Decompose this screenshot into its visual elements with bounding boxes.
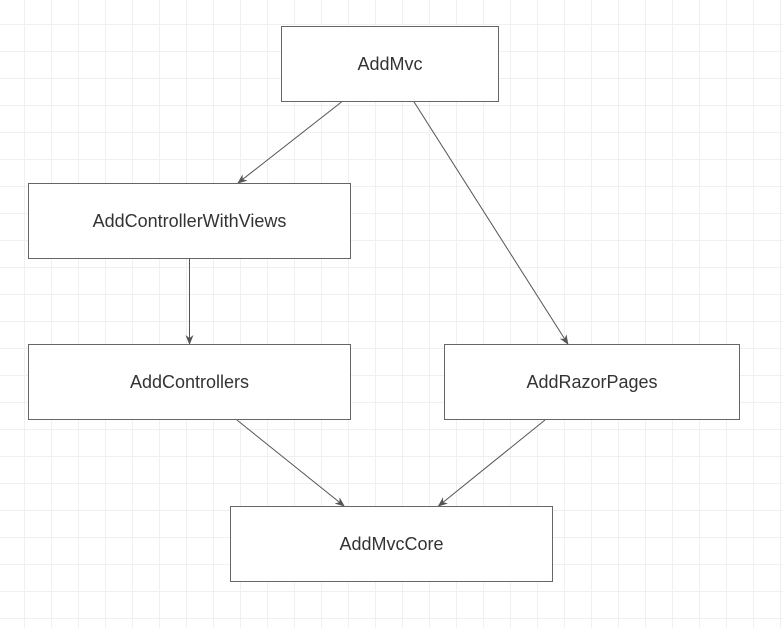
node-label: AddMvcCore	[339, 534, 443, 555]
node-label: AddControllers	[130, 372, 249, 393]
edge-arrow	[237, 420, 344, 506]
node-label: AddRazorPages	[526, 372, 657, 393]
edge-arrow	[238, 102, 342, 183]
node-add-controllers[interactable]: AddControllers	[28, 344, 351, 420]
node-add-razor-pages[interactable]: AddRazorPages	[444, 344, 740, 420]
node-label: AddControllerWithViews	[93, 211, 287, 232]
node-add-mvc[interactable]: AddMvc	[281, 26, 499, 102]
node-label: AddMvc	[357, 54, 422, 75]
node-add-mvc-core[interactable]: AddMvcCore	[230, 506, 553, 582]
edge-arrow	[439, 420, 546, 506]
node-add-controller-with-views[interactable]: AddControllerWithViews	[28, 183, 351, 259]
edge-arrow	[414, 102, 568, 344]
diagram-canvas: AddMvc AddControllerWithViews AddControl…	[0, 0, 783, 628]
